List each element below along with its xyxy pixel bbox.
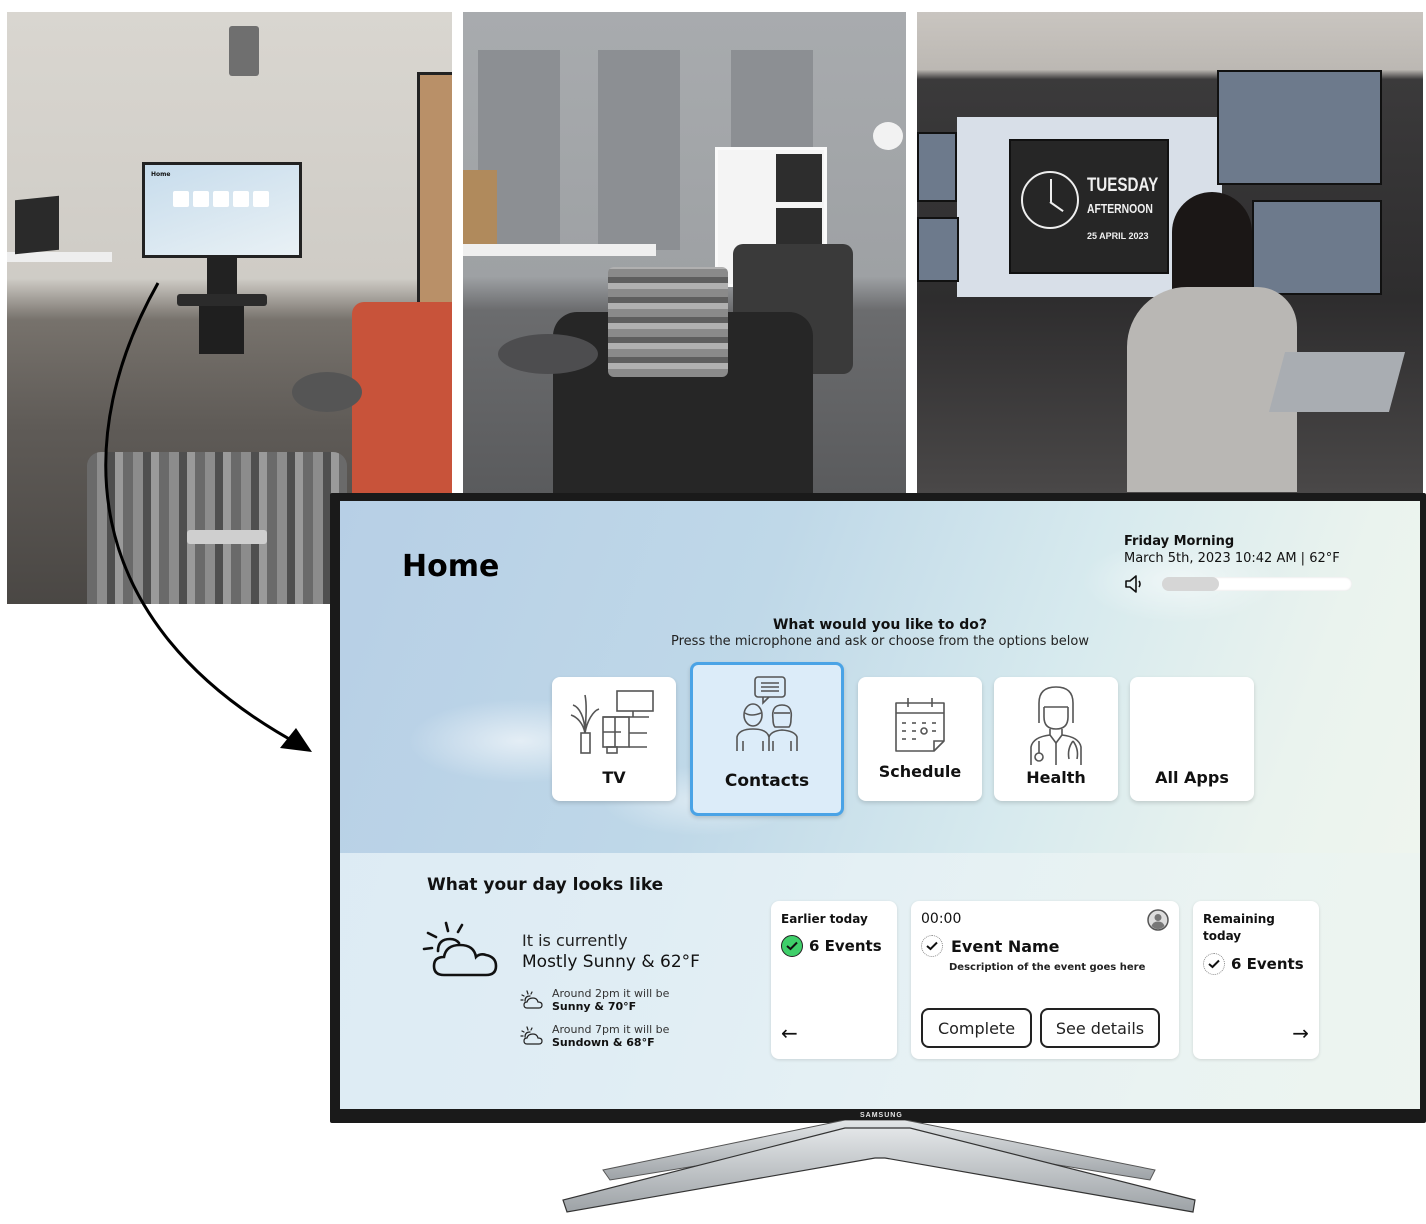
tile-schedule[interactable]: Schedule xyxy=(858,677,982,801)
complete-button[interactable]: Complete xyxy=(921,1008,1032,1048)
tv-cart-cabinet xyxy=(199,306,244,354)
current-weather-value: Mostly Sunny & 62°F xyxy=(522,952,700,972)
current-weather-label: It is currently xyxy=(522,931,628,950)
wall-camera xyxy=(873,122,903,150)
tile-label: TV xyxy=(602,768,626,787)
status-block: Friday Morning March 5th, 2023 10:42 AM … xyxy=(1124,534,1354,594)
researcher xyxy=(1117,192,1317,492)
photo-living-room-corner xyxy=(463,12,906,493)
section-title: What your day looks like xyxy=(427,875,664,895)
forecast-label: Around 7pm it will be xyxy=(552,1023,670,1036)
side-table-with-remotes xyxy=(498,334,598,374)
event-name: Event Name xyxy=(951,936,1060,956)
patterned-cushion xyxy=(608,267,728,377)
earlier-today-card[interactable]: Earlier today 6 Events ← xyxy=(771,901,897,1059)
volume-fill xyxy=(1162,577,1219,591)
tile-label: Contacts xyxy=(724,771,810,791)
tv-screen: Home Friday Morning March 5th, 2023 10:4… xyxy=(340,501,1420,1109)
user-avatar-icon[interactable] xyxy=(1147,909,1169,931)
prompt-subtitle: Press the microphone and ask or choose f… xyxy=(671,634,1089,649)
remaining-today-card[interactable]: Remaining today 6 Events → xyxy=(1193,901,1319,1059)
calendar-icon xyxy=(895,698,945,752)
event-card: 00:00 Event Name Description of the even… xyxy=(911,901,1179,1059)
side-table xyxy=(292,372,362,412)
tile-health[interactable]: Health xyxy=(994,677,1118,801)
camera-feed-left xyxy=(917,132,957,202)
speaker-icon[interactable] xyxy=(1124,574,1146,594)
armchair-handle xyxy=(187,530,267,544)
camera-feed-left-2 xyxy=(917,217,959,282)
partly-sunny-icon xyxy=(520,990,543,1009)
arrow-left-icon[interactable]: ← xyxy=(781,1021,798,1045)
forecast-value: Sunny & 70°F xyxy=(552,1000,637,1013)
forecast-label: Around 2pm it will be xyxy=(552,987,670,1000)
laptop xyxy=(1268,352,1406,412)
forecast-item: Around 2pm it will be Sunny & 70°F xyxy=(520,987,669,1013)
desk-monitor xyxy=(15,195,59,255)
event-time: 00:00 xyxy=(921,911,962,927)
card-heading: Earlier today xyxy=(781,912,868,926)
prompt: What would you like to do? Press the mic… xyxy=(340,617,1420,649)
events-count: 6 Events xyxy=(1231,955,1304,973)
cardboard-box xyxy=(463,170,497,248)
events-count: 6 Events xyxy=(809,937,882,955)
check-complete-icon xyxy=(781,935,803,957)
desk xyxy=(7,252,112,262)
forecast-item: Around 7pm it will be Sundown & 68°F xyxy=(520,1023,669,1049)
ceiling-camera xyxy=(229,26,259,76)
red-sofa xyxy=(352,302,452,512)
acoustic-panel xyxy=(598,50,680,250)
tile-all-apps[interactable]: All Apps xyxy=(1130,677,1254,801)
tv-stand xyxy=(562,1120,1196,1213)
analog-clock-icon xyxy=(1021,171,1079,229)
tv-brand-logo: SAMSUNG xyxy=(860,1112,903,1119)
tile-tv[interactable]: TV xyxy=(552,677,676,801)
volume-slider[interactable] xyxy=(1162,577,1352,591)
mini-tiles xyxy=(173,191,269,207)
contacts-icon xyxy=(736,676,798,751)
events-summary: 6 Events xyxy=(1203,953,1304,975)
day-label: Friday Morning xyxy=(1124,534,1235,549)
check-pending-icon xyxy=(1203,953,1225,975)
door xyxy=(417,72,452,312)
datetime-weather: March 5th, 2023 10:42 AM | 62°F xyxy=(1124,551,1340,566)
event-description: Description of the event goes here xyxy=(949,962,1146,973)
check-pending-icon[interactable] xyxy=(921,935,943,957)
tile-label: Schedule xyxy=(878,762,962,781)
camera-feed-top xyxy=(1217,70,1382,185)
partly-sunny-icon xyxy=(422,921,498,977)
arrow-head-icon xyxy=(280,728,312,752)
tile-contacts[interactable]: Contacts xyxy=(690,662,844,816)
storage-bin xyxy=(776,154,822,202)
mini-tv-title: Home xyxy=(151,171,171,178)
volume-control xyxy=(1124,574,1354,594)
page-title: Home xyxy=(402,549,500,584)
tv-icon xyxy=(570,690,654,754)
partly-sunny-icon xyxy=(520,1026,543,1045)
table xyxy=(463,244,656,256)
prompt-title: What would you like to do? xyxy=(772,617,988,633)
tile-label: Health xyxy=(1026,768,1086,787)
current-weather: It is currently Mostly Sunny & 62°F xyxy=(522,931,700,972)
tile-label: All Apps xyxy=(1155,768,1229,787)
tv-stand-pole xyxy=(207,258,237,294)
mini-tv-screen: Home xyxy=(142,162,302,258)
event-name-row: Event Name xyxy=(921,935,1060,957)
arrow-right-icon[interactable]: → xyxy=(1292,1021,1309,1045)
tv-cart-shelf xyxy=(177,294,267,306)
photo-observation-room: TUESDAY AFTERNOON 25 APRIL 2023 xyxy=(917,12,1423,493)
armchair-back xyxy=(87,452,347,604)
card-heading: Remaining today xyxy=(1203,912,1275,943)
forecast-value: Sundown & 68°F xyxy=(552,1036,655,1049)
see-details-button[interactable]: See details xyxy=(1040,1008,1160,1048)
doctor-icon xyxy=(1030,686,1082,765)
events-summary: 6 Events xyxy=(781,935,882,957)
